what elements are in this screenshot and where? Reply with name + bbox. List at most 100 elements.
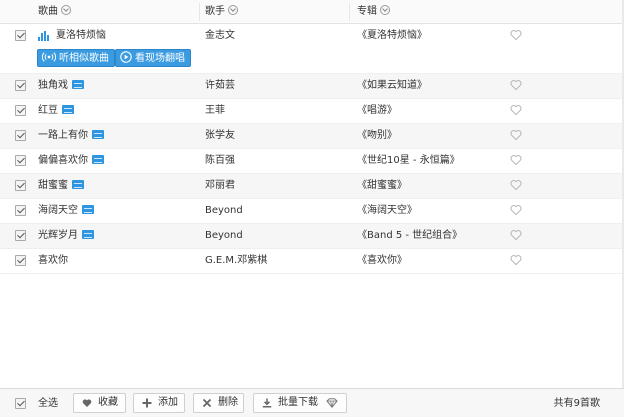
artist-name[interactable]: G.E.M.邓紫棋: [205, 249, 267, 273]
mv-icon[interactable]: [92, 154, 104, 164]
song-title[interactable]: 夏洛特烦恼: [56, 30, 106, 41]
diamond-icon: [326, 398, 338, 408]
artist-name[interactable]: Beyond: [205, 199, 243, 223]
artist-name[interactable]: 金志文: [205, 24, 235, 48]
song-row[interactable]: 海阔天空 Beyond 《海阔天空》: [0, 199, 622, 224]
song-row[interactable]: 偏偏喜欢你 陈百强 《世纪10星 - 永恒篇》: [0, 149, 622, 174]
delete-button-label: 删除: [218, 397, 238, 408]
album-name[interactable]: 《世纪10星 - 永恒篇》: [357, 149, 460, 173]
watch-live-cover-button[interactable]: 看现场翻唱: [115, 49, 191, 67]
collect-button[interactable]: 收藏: [73, 393, 126, 413]
song-title-cell[interactable]: 红豆: [38, 99, 74, 123]
album-name[interactable]: 《Band 5 - 世纪组合》: [357, 224, 462, 248]
mv-icon[interactable]: [92, 129, 104, 139]
song-row[interactable]: 光辉岁月 Beyond 《Band 5 - 世纪组合》: [0, 224, 622, 249]
album-name[interactable]: 《喜欢你》: [357, 249, 407, 273]
song-title[interactable]: 一路上有你: [38, 130, 88, 141]
album-name[interactable]: 《海阔天空》: [357, 199, 417, 223]
song-title-cell[interactable]: 光辉岁月: [38, 224, 94, 248]
song-title[interactable]: 海阔天空: [38, 205, 78, 216]
similar-songs-button[interactable]: 听相似歌曲: [37, 49, 115, 67]
song-title-cell[interactable]: 夏洛特烦恼: [56, 24, 106, 48]
favorite-heart-icon[interactable]: [510, 179, 522, 191]
song-row[interactable]: 夏洛特烦恼 金志文 《夏洛特烦恼》听相似歌曲 看现场翻唱: [0, 24, 622, 74]
artist-name[interactable]: Beyond: [205, 224, 243, 248]
song-checkbox[interactable]: [15, 30, 26, 41]
song-title[interactable]: 喜欢你: [38, 255, 68, 266]
select-all-checkbox[interactable]: [15, 398, 26, 409]
song-checkbox[interactable]: [15, 205, 26, 216]
song-checkbox[interactable]: [15, 255, 26, 266]
collect-button-label: 收藏: [98, 397, 118, 408]
similar-songs-label: 听相似歌曲: [59, 53, 109, 64]
album-name[interactable]: 《如果云知道》: [357, 74, 427, 98]
artist-name[interactable]: 许茹芸: [205, 74, 235, 98]
song-row[interactable]: 独角戏 许茹芸 《如果云知道》: [0, 74, 622, 99]
song-title-cell[interactable]: 海阔天空: [38, 199, 94, 223]
album-name[interactable]: 《唱游》: [357, 99, 397, 123]
song-title[interactable]: 红豆: [38, 105, 58, 116]
plus-icon: [142, 398, 152, 408]
song-title-cell[interactable]: 甜蜜蜜: [38, 174, 84, 198]
add-button[interactable]: 添加: [133, 393, 185, 413]
artist-name[interactable]: 陈百强: [205, 149, 235, 173]
album-name[interactable]: 《吻别》: [357, 124, 397, 148]
radio-wave-icon: [42, 52, 56, 62]
column-header-artist[interactable]: 歌手: [205, 0, 238, 24]
song-title[interactable]: 光辉岁月: [38, 230, 78, 241]
column-header-song[interactable]: 歌曲: [38, 0, 71, 24]
batch-download-button-label: 批量下载: [278, 397, 318, 408]
mv-icon[interactable]: [82, 229, 94, 239]
song-row[interactable]: 甜蜜蜜 邓丽君 《甜蜜蜜》: [0, 174, 622, 199]
song-checkbox[interactable]: [15, 80, 26, 91]
favorite-heart-icon[interactable]: [510, 254, 522, 266]
column-divider: [349, 3, 350, 21]
favorite-heart-icon[interactable]: [510, 104, 522, 116]
song-title-cell[interactable]: 偏偏喜欢你: [38, 149, 104, 173]
mv-icon[interactable]: [72, 179, 84, 189]
list-header: 歌曲 歌手 专辑: [0, 0, 624, 24]
song-row[interactable]: 一路上有你 张学友 《吻别》: [0, 124, 622, 149]
favorite-heart-icon[interactable]: [510, 79, 522, 91]
album-name[interactable]: 《甜蜜蜜》: [357, 174, 407, 198]
artist-name[interactable]: 张学友: [205, 124, 235, 148]
song-title[interactable]: 偏偏喜欢你: [38, 155, 88, 166]
album-name[interactable]: 《夏洛特烦恼》: [357, 24, 427, 48]
mv-icon[interactable]: [82, 204, 94, 214]
watch-live-cover-label: 看现场翻唱: [135, 53, 185, 64]
artist-name[interactable]: 邓丽君: [205, 174, 235, 198]
song-checkbox[interactable]: [15, 130, 26, 141]
song-row[interactable]: 红豆 王菲 《唱游》: [0, 99, 622, 124]
song-title-cell[interactable]: 独角戏: [38, 74, 84, 98]
favorite-heart-icon[interactable]: [510, 204, 522, 216]
song-checkbox[interactable]: [15, 155, 26, 166]
sort-chevron-icon[interactable]: [61, 5, 71, 15]
artist-name[interactable]: 王菲: [205, 99, 225, 123]
mv-icon[interactable]: [62, 104, 74, 114]
delete-button[interactable]: 删除: [193, 393, 244, 413]
song-title-cell[interactable]: 一路上有你: [38, 124, 104, 148]
column-header-album-label: 专辑: [357, 6, 377, 17]
song-title-cell[interactable]: 喜欢你: [38, 249, 68, 273]
song-checkbox[interactable]: [15, 180, 26, 191]
song-checkbox[interactable]: [15, 230, 26, 241]
song-row[interactable]: 喜欢你 G.E.M.邓紫棋 《喜欢你》: [0, 249, 622, 274]
select-all-label[interactable]: 全选: [38, 389, 58, 418]
favorite-heart-icon[interactable]: [510, 154, 522, 166]
song-title[interactable]: 甜蜜蜜: [38, 180, 68, 191]
close-icon: [202, 398, 212, 408]
column-header-album[interactable]: 专辑: [357, 0, 390, 24]
mv-icon[interactable]: [72, 79, 84, 89]
column-header-song-label: 歌曲: [38, 6, 58, 17]
song-count: 共有9首歌: [553, 398, 600, 409]
now-playing-icon: [38, 31, 50, 41]
sort-chevron-icon[interactable]: [228, 5, 238, 15]
favorite-heart-icon[interactable]: [510, 229, 522, 241]
batch-download-button[interactable]: 批量下载: [253, 393, 347, 413]
sort-chevron-icon[interactable]: [380, 5, 390, 15]
favorite-heart-icon[interactable]: [510, 29, 522, 41]
column-divider: [199, 3, 200, 21]
song-checkbox[interactable]: [15, 105, 26, 116]
song-title[interactable]: 独角戏: [38, 80, 68, 91]
favorite-heart-icon[interactable]: [510, 129, 522, 141]
